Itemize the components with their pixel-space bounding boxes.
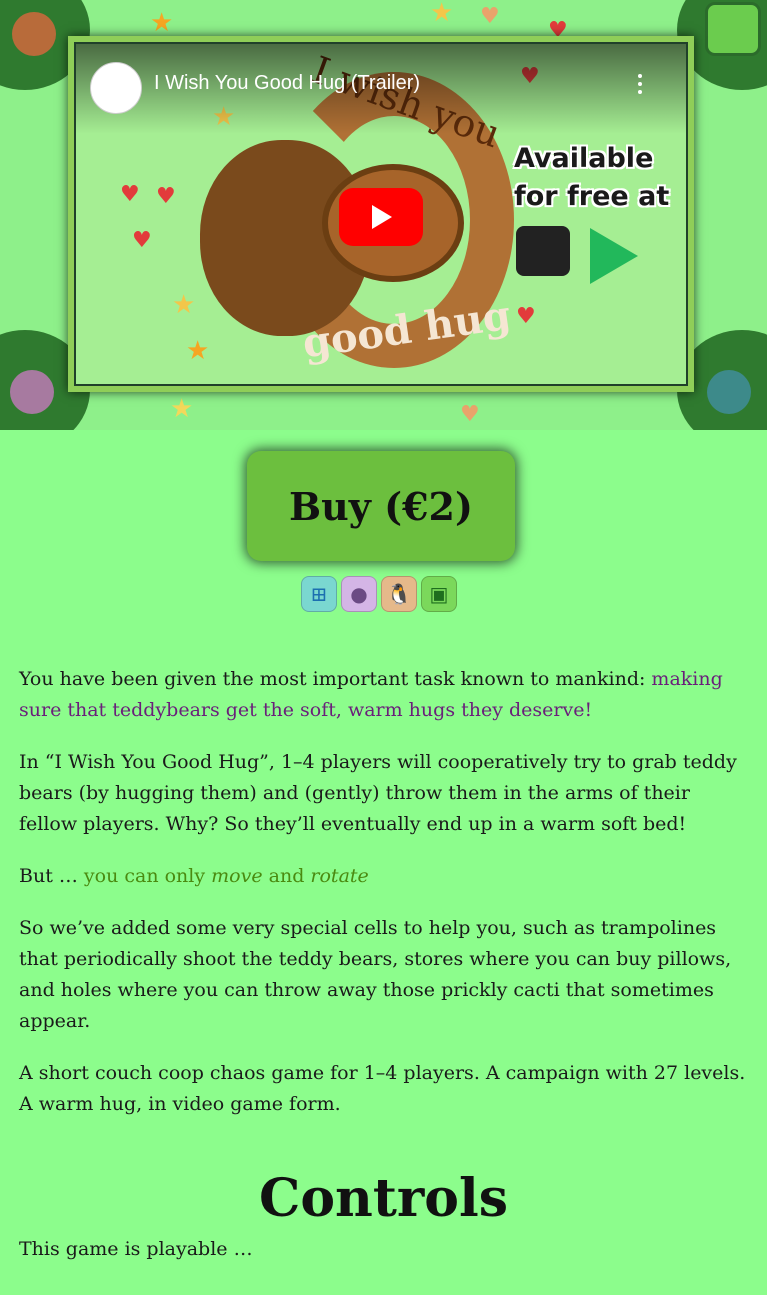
panda-channel-avatar-icon[interactable] bbox=[90, 62, 142, 114]
availability-line-2: for free at bbox=[514, 181, 670, 212]
description-emphasis: rotate bbox=[310, 865, 369, 887]
heart-decoration: ♥ bbox=[480, 4, 500, 29]
heart-decoration: ♥ bbox=[120, 182, 140, 207]
description-emphasis: move bbox=[211, 865, 263, 887]
buy-button[interactable]: Buy (€2) bbox=[247, 451, 515, 561]
star-decoration: ★ bbox=[186, 336, 210, 366]
platform-icons: ⊞ ● 🐧 ▣ bbox=[301, 576, 457, 612]
game-logo-icon[interactable] bbox=[705, 2, 761, 56]
more-options-icon[interactable] bbox=[638, 74, 644, 98]
linux-icon: 🐧 bbox=[381, 576, 417, 612]
google-play-icon bbox=[590, 228, 638, 284]
description-paragraph: A short couch coop chaos game for 1–4 pl… bbox=[19, 1062, 746, 1115]
description-highlight: and bbox=[262, 865, 311, 887]
controls-intro: This game is playable … bbox=[19, 1238, 253, 1260]
description-paragraph: You have been given the most important t… bbox=[19, 664, 747, 726]
heart-decoration: ♥ bbox=[460, 402, 480, 427]
video-title[interactable]: I Wish You Good Hug (Trailer) bbox=[154, 72, 420, 95]
star-decoration: ★ bbox=[172, 290, 196, 320]
heart-decoration: ♥ bbox=[156, 184, 176, 209]
windows-icon: ⊞ bbox=[301, 576, 337, 612]
android-icon: ▣ bbox=[421, 576, 457, 612]
description-paragraph: So we’ve added some very special cells t… bbox=[19, 917, 732, 1032]
apple-icon: ● bbox=[341, 576, 377, 612]
description-highlight: you can only bbox=[83, 865, 212, 887]
description-text: But … bbox=[19, 865, 84, 887]
controls-heading: Controls bbox=[258, 1168, 508, 1229]
video-embed[interactable]: I wish you good hug ♥ ♥ ♥ ♥ ♥ ★ ★ ★ I Wi… bbox=[68, 36, 694, 392]
teddy-bear-icon bbox=[12, 12, 56, 56]
game-description: You have been given the most important t… bbox=[19, 664, 747, 1141]
star-decoration: ★ bbox=[150, 8, 174, 38]
hero-banner: ★ ★ ♥ ♥ ★ ♥ I wish you good hug ♥ ♥ ♥ ♥ … bbox=[0, 0, 767, 430]
description-text: You have been given the most important t… bbox=[19, 668, 652, 690]
heart-decoration: ♥ bbox=[516, 304, 536, 329]
description-paragraph: In “I Wish You Good Hug”, 1–4 players wi… bbox=[19, 751, 737, 835]
teddy-bear-icon bbox=[707, 370, 751, 414]
availability-text: Available for free at bbox=[514, 140, 669, 216]
description-paragraph: But … you can only move and rotate bbox=[19, 861, 747, 892]
itch-io-icon bbox=[516, 226, 570, 276]
teddy-bear-icon bbox=[10, 370, 54, 414]
video-thumbnail[interactable]: I wish you good hug ♥ ♥ ♥ ♥ ♥ ★ ★ ★ I Wi… bbox=[74, 42, 688, 386]
availability-line-1: Available bbox=[514, 143, 654, 174]
star-decoration: ★ bbox=[430, 0, 454, 28]
heart-decoration: ♥ bbox=[132, 228, 152, 253]
youtube-play-icon[interactable] bbox=[339, 188, 423, 246]
star-decoration: ★ bbox=[170, 394, 194, 424]
